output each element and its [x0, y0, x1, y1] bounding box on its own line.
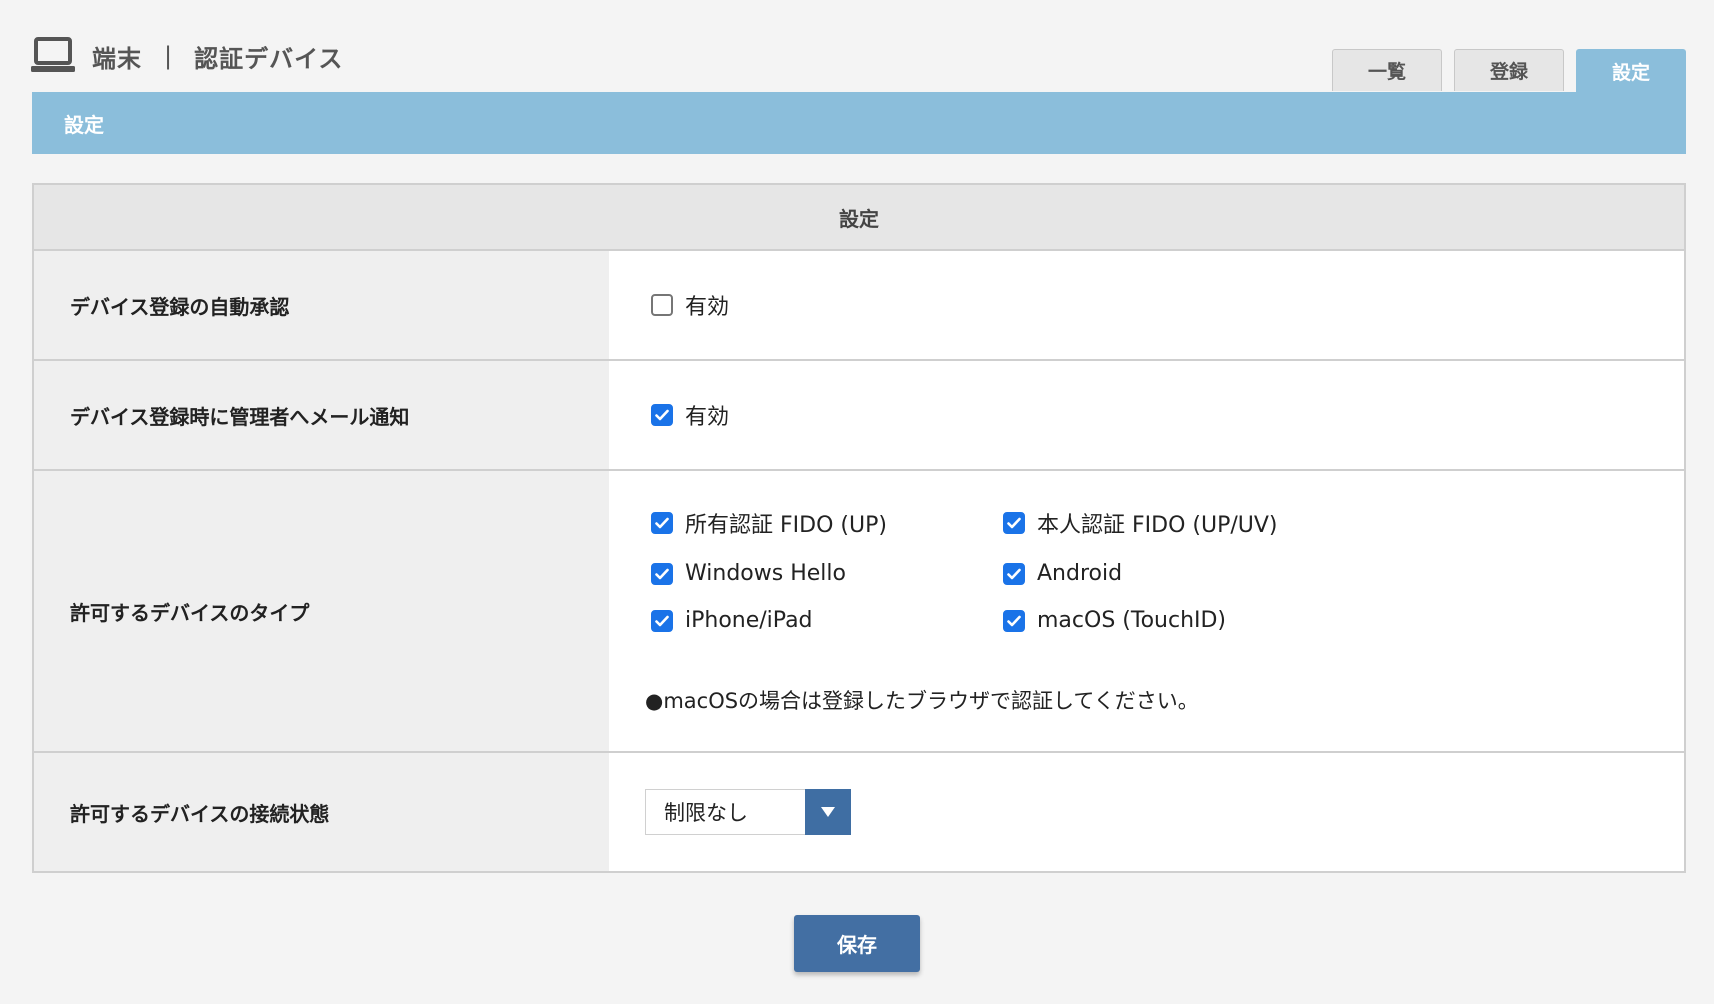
dropdown-button[interactable] [805, 789, 851, 835]
device-type-fido-up-checkbox[interactable]: 所有認証 FIDO (UP) [651, 507, 1003, 539]
admin-notify-checkbox[interactable]: 有効 [651, 399, 729, 431]
device-type-label: macOS (TouchID) [1037, 608, 1227, 633]
auto-approve-checkbox[interactable]: 有効 [651, 289, 729, 321]
triangle-down-icon [821, 807, 835, 817]
table-header: 設定 [34, 185, 1684, 251]
checkmark-icon[interactable] [1003, 609, 1025, 632]
device-type-android-checkbox[interactable]: Android [1003, 561, 1363, 586]
device-type-iphone-ipad-checkbox[interactable]: iPhone/iPad [651, 608, 1003, 633]
row-auto-approve: デバイス登録の自動承認 有効 [34, 251, 1684, 361]
device-type-windows-hello-checkbox[interactable]: Windows Hello [651, 561, 1003, 586]
checkmark-icon[interactable] [651, 609, 673, 632]
connection-state-select[interactable]: 制限なし [645, 789, 851, 835]
panel-title: 設定 [64, 112, 104, 137]
unchecked-box-icon[interactable] [651, 294, 673, 316]
admin-notify-option-label: 有効 [685, 405, 730, 430]
checkmark-icon[interactable] [651, 562, 673, 585]
macos-note: ●macOSの場合は登録したブラウザで認証してください。 [645, 689, 1199, 713]
device-type-label: iPhone/iPad [685, 608, 813, 633]
tab-settings[interactable]: 設定 [1576, 49, 1686, 93]
device-type-label: 本人認証 FIDO (UP/UV) [1037, 513, 1278, 538]
row-label-connection-state: 許可するデバイスの接続状態 [34, 753, 609, 871]
checkmark-icon[interactable] [1003, 562, 1025, 585]
connection-state-value[interactable]: 制限なし [645, 789, 805, 835]
tab-register[interactable]: 登録 [1454, 49, 1564, 91]
device-type-label: 所有認証 FIDO (UP) [685, 513, 887, 538]
breadcrumb-separator: | [164, 42, 173, 70]
device-type-label: Android [1037, 561, 1123, 586]
row-label-auto-approve: デバイス登録の自動承認 [34, 251, 609, 359]
tab-list[interactable]: 一覧 [1332, 49, 1442, 91]
row-admin-notify: デバイス登録時に管理者へメール通知 有効 [34, 361, 1684, 471]
checkmark-icon[interactable] [1003, 512, 1025, 534]
checkmark-icon[interactable] [651, 404, 673, 426]
row-label-device-types: 許可するデバイスのタイプ [34, 471, 609, 751]
page-title: 認証デバイス [194, 44, 344, 73]
save-button[interactable]: 保存 [794, 915, 920, 972]
settings-table: 設定 デバイス登録の自動承認 有効 デバイス登録時に管理者へメール通知 有効 許… [32, 183, 1686, 873]
auto-approve-option-label: 有効 [685, 295, 730, 320]
checkmark-icon[interactable] [651, 512, 673, 534]
page-header: 端末 | 認証デバイス [30, 36, 343, 76]
row-connection-state: 許可するデバイスの接続状態 制限なし [34, 753, 1684, 871]
row-device-types: 許可するデバイスのタイプ 所有認証 FIDO (UP) 本人認証 FIDO (U… [34, 471, 1684, 753]
device-type-label: Windows Hello [685, 561, 846, 586]
device-type-fido-upuv-checkbox[interactable]: 本人認証 FIDO (UP/UV) [1003, 507, 1363, 539]
row-label-admin-notify: デバイス登録時に管理者へメール通知 [34, 361, 609, 469]
breadcrumb-section: 端末 [92, 44, 142, 73]
laptop-icon [31, 37, 75, 72]
device-type-macos-checkbox[interactable]: macOS (TouchID) [1003, 608, 1363, 633]
tab-bar: 一覧 登録 設定 [1332, 49, 1686, 93]
panel-title-bar: 設定 [32, 92, 1686, 154]
